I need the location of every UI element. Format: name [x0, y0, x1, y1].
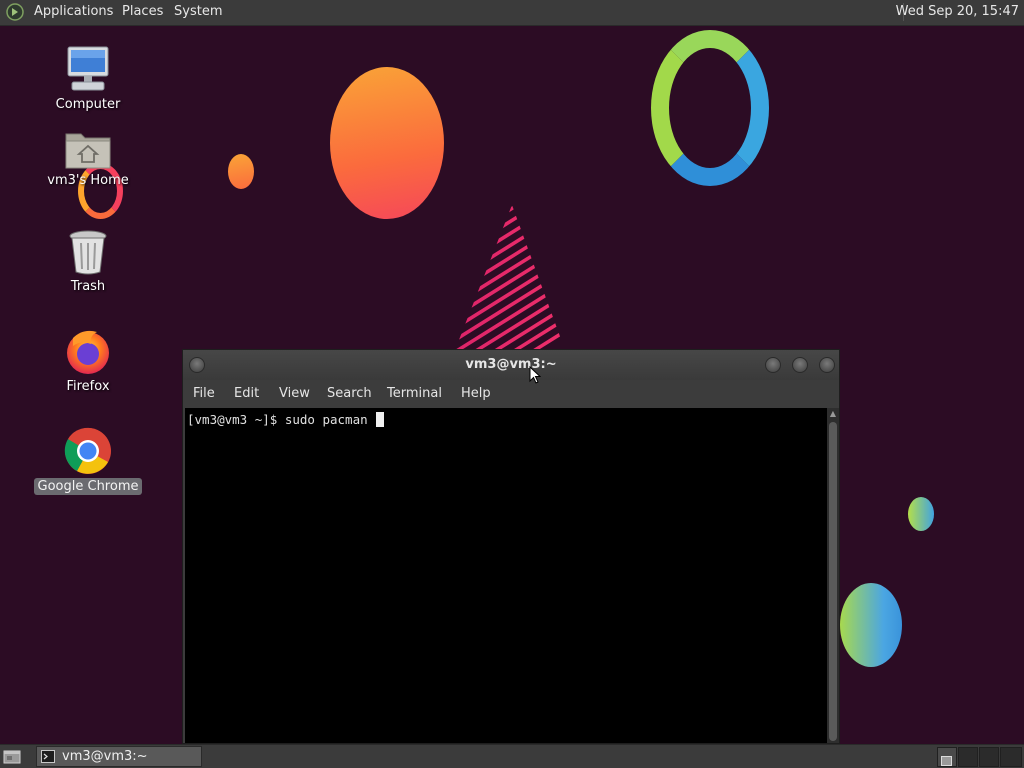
terminal-scrollbar[interactable]: ▲	[827, 408, 839, 743]
close-button[interactable]	[819, 357, 835, 373]
wallpaper-green-blue-ellipse	[840, 583, 902, 667]
menu-search[interactable]: Search	[327, 386, 372, 401]
maximize-button[interactable]	[792, 357, 808, 373]
taskbar-window-label: vm3@vm3:~	[62, 749, 148, 764]
minimize-button[interactable]	[765, 357, 781, 373]
terminal-title: vm3@vm3:~	[465, 357, 557, 372]
menu-view[interactable]: View	[279, 386, 310, 401]
workspace-window-thumbnail	[941, 756, 952, 766]
workspace-3[interactable]	[979, 747, 999, 767]
workspace-4[interactable]	[1000, 747, 1022, 767]
wallpaper-orange-ellipse	[330, 67, 444, 219]
menu-terminal[interactable]: Terminal	[387, 386, 442, 401]
menu-help[interactable]: Help	[461, 386, 491, 401]
wallpaper-small-green-blue-ellipse	[908, 497, 934, 531]
terminal-screen[interactable]: [vm3@vm3 ~]$ sudo pacman	[185, 408, 827, 743]
taskbar-window-button[interactable]: vm3@vm3:~	[36, 746, 202, 767]
scrollbar-thumb[interactable]	[829, 422, 837, 741]
home-folder-icon	[65, 133, 111, 169]
desktop-icon-label: vm3's Home	[47, 173, 129, 188]
terminal-icon	[41, 750, 55, 763]
wallpaper-small-orange-ellipse	[228, 154, 254, 189]
menu-edit[interactable]: Edit	[234, 386, 259, 401]
desktop-icon-trash[interactable]: Trash	[33, 228, 143, 295]
wallpaper-green-blue-ring	[651, 30, 769, 186]
system-menu[interactable]: System	[174, 4, 222, 19]
scroll-up-arrow-icon[interactable]: ▲	[827, 408, 839, 420]
menu-file[interactable]: File	[193, 386, 215, 401]
desktop-icon-label: Computer	[55, 97, 121, 112]
terminal-window[interactable]: vm3@vm3:~ File Edit View Search Terminal…	[182, 349, 840, 744]
desktop[interactable]: Applications Places System Wed Sep 20, 1…	[0, 0, 1024, 768]
clock[interactable]: Wed Sep 20, 15:47	[896, 4, 1019, 19]
bottom-panel: vm3@vm3:~	[0, 744, 1024, 768]
computer-icon	[67, 46, 109, 91]
desktop-icon-chrome[interactable]: Google Chrome	[33, 426, 143, 495]
desktop-icon-computer[interactable]: Computer	[33, 44, 143, 113]
distro-logo-icon[interactable]	[6, 3, 24, 21]
workspace-1[interactable]	[937, 747, 957, 767]
desktop-icon-label: Google Chrome	[33, 478, 143, 495]
desktop-icon-firefox[interactable]: Firefox	[33, 326, 143, 395]
applications-menu[interactable]: Applications	[34, 4, 113, 19]
terminal-menubar: File Edit View Search Terminal Help	[183, 380, 839, 408]
top-panel: Applications Places System Wed Sep 20, 1…	[0, 0, 1024, 26]
terminal-titlebar[interactable]: vm3@vm3:~	[183, 350, 839, 380]
mouse-pointer-icon	[529, 366, 541, 384]
trash-icon	[69, 230, 107, 275]
desktop-icon-label: Trash	[70, 279, 106, 294]
text-cursor	[376, 412, 385, 427]
places-menu[interactable]: Places	[122, 4, 163, 19]
chrome-icon	[64, 427, 111, 474]
firefox-icon	[67, 330, 109, 374]
wallpaper-striped-triangle	[455, 205, 565, 350]
terminal-line: [vm3@vm3 ~]$ sudo pacman	[187, 412, 385, 427]
show-desktop-icon[interactable]	[3, 748, 21, 765]
desktop-icon-home[interactable]: vm3's Home	[33, 128, 143, 189]
terminal-prompt: [vm3@vm3 ~]$	[187, 412, 285, 427]
workspace-2[interactable]	[958, 747, 978, 767]
desktop-icon-label: Firefox	[66, 379, 110, 394]
terminal-command: sudo pacman	[284, 412, 376, 427]
